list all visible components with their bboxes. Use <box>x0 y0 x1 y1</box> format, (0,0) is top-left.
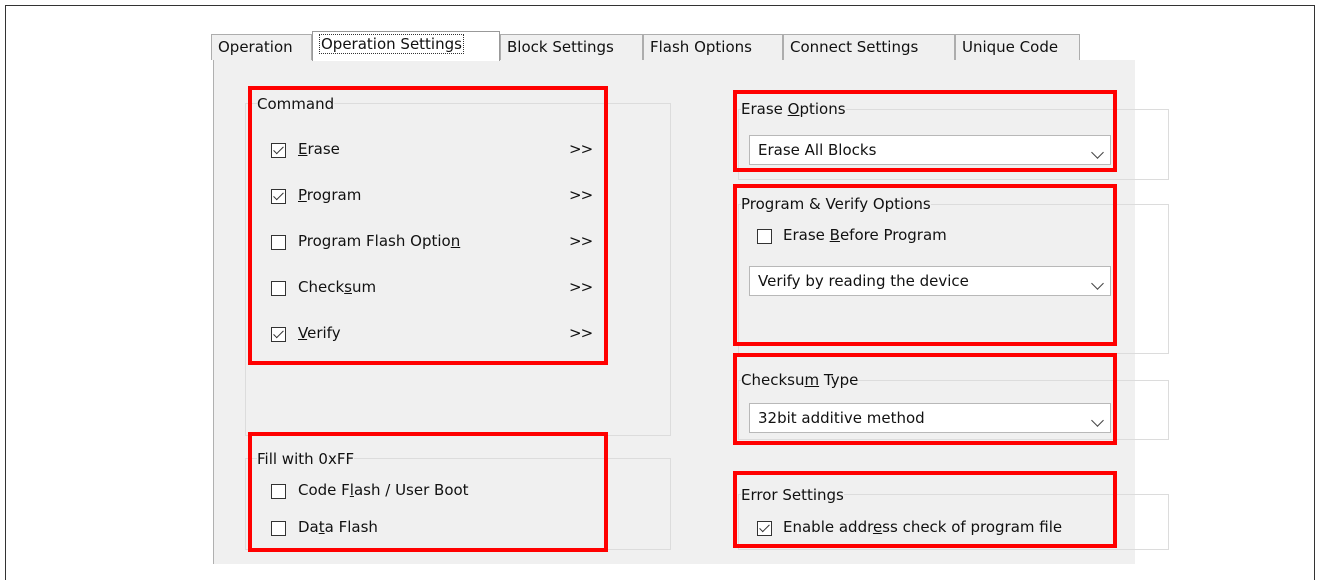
tab-operation[interactable]: Operation <box>211 34 312 60</box>
tab-block-settings[interactable]: Block Settings <box>500 34 643 60</box>
highlight-fill <box>248 432 608 552</box>
highlight-command <box>248 86 608 365</box>
tab-flash-options[interactable]: Flash Options <box>643 34 783 60</box>
highlight-erase-options <box>733 90 1117 172</box>
highlight-program-verify <box>733 184 1117 346</box>
highlight-error-settings <box>733 471 1117 548</box>
tab-connect-settings[interactable]: Connect Settings <box>783 34 955 60</box>
highlight-checksum-type <box>733 353 1117 445</box>
tab-unique-code[interactable]: Unique Code <box>955 34 1080 60</box>
tab-operation-settings[interactable]: Operation Settings <box>312 31 500 61</box>
